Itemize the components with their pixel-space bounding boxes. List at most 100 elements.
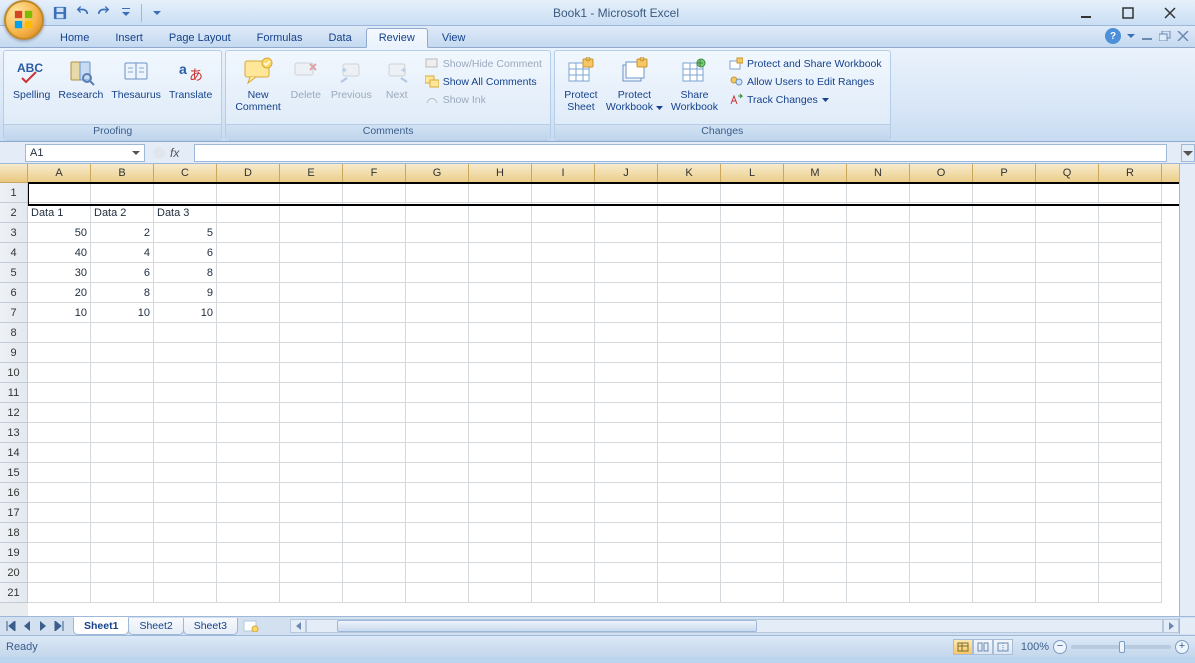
cell-C12[interactable]: [154, 403, 217, 423]
cell-I6[interactable]: [532, 283, 595, 303]
cell-E10[interactable]: [280, 363, 343, 383]
horizontal-scrollbar[interactable]: [290, 618, 1179, 634]
cell-B17[interactable]: [91, 503, 154, 523]
fx-icon[interactable]: fx: [170, 145, 188, 161]
cell-R12[interactable]: [1099, 403, 1162, 423]
cell-M12[interactable]: [784, 403, 847, 423]
previous-comment-button[interactable]: Previous: [327, 54, 376, 103]
cell-G7[interactable]: [406, 303, 469, 323]
cell-M3[interactable]: [784, 223, 847, 243]
cell-F17[interactable]: [343, 503, 406, 523]
cell-I12[interactable]: [532, 403, 595, 423]
qat-customize[interactable]: [116, 3, 136, 23]
cell-B14[interactable]: [91, 443, 154, 463]
cell-Q19[interactable]: [1036, 543, 1099, 563]
cell-H16[interactable]: [469, 483, 532, 503]
cell-M1[interactable]: [784, 183, 847, 203]
cell-O19[interactable]: [910, 543, 973, 563]
cell-B10[interactable]: [91, 363, 154, 383]
row-header-15[interactable]: 15: [0, 463, 28, 483]
cell-C6[interactable]: 9: [154, 283, 217, 303]
cell-J14[interactable]: [595, 443, 658, 463]
cell-E6[interactable]: [280, 283, 343, 303]
close-button[interactable]: [1149, 2, 1191, 24]
cell-R18[interactable]: [1099, 523, 1162, 543]
cell-J9[interactable]: [595, 343, 658, 363]
cell-C7[interactable]: 10: [154, 303, 217, 323]
cell-R13[interactable]: [1099, 423, 1162, 443]
col-header-B[interactable]: B: [91, 164, 154, 183]
row-header-17[interactable]: 17: [0, 503, 28, 523]
cell-O18[interactable]: [910, 523, 973, 543]
cell-O8[interactable]: [910, 323, 973, 343]
cell-Q6[interactable]: [1036, 283, 1099, 303]
cell-C3[interactable]: 5: [154, 223, 217, 243]
row-header-9[interactable]: 9: [0, 343, 28, 363]
cell-N18[interactable]: [847, 523, 910, 543]
name-box-dropdown[interactable]: [129, 146, 143, 160]
cell-J6[interactable]: [595, 283, 658, 303]
cell-R4[interactable]: [1099, 243, 1162, 263]
cell-J15[interactable]: [595, 463, 658, 483]
cell-J18[interactable]: [595, 523, 658, 543]
cell-F4[interactable]: [343, 243, 406, 263]
cell-M8[interactable]: [784, 323, 847, 343]
cell-K15[interactable]: [658, 463, 721, 483]
cell-F5[interactable]: [343, 263, 406, 283]
cell-I20[interactable]: [532, 563, 595, 583]
cell-H1[interactable]: [469, 183, 532, 203]
cell-H18[interactable]: [469, 523, 532, 543]
cell-Q14[interactable]: [1036, 443, 1099, 463]
show-hide-comment-button[interactable]: Show/Hide Comment: [422, 56, 545, 72]
cell-Q13[interactable]: [1036, 423, 1099, 443]
cell-K19[interactable]: [658, 543, 721, 563]
cell-O15[interactable]: [910, 463, 973, 483]
tab-nav-next[interactable]: [35, 618, 51, 634]
cell-D7[interactable]: [217, 303, 280, 323]
col-header-H[interactable]: H: [469, 164, 532, 183]
cell-K14[interactable]: [658, 443, 721, 463]
cell-I10[interactable]: [532, 363, 595, 383]
cell-O4[interactable]: [910, 243, 973, 263]
cell-F15[interactable]: [343, 463, 406, 483]
cell-O10[interactable]: [910, 363, 973, 383]
cell-R16[interactable]: [1099, 483, 1162, 503]
cell-G19[interactable]: [406, 543, 469, 563]
cell-P12[interactable]: [973, 403, 1036, 423]
cell-Q1[interactable]: [1036, 183, 1099, 203]
cell-F9[interactable]: [343, 343, 406, 363]
cell-B1[interactable]: [91, 183, 154, 203]
cell-I2[interactable]: [532, 203, 595, 223]
cell-K10[interactable]: [658, 363, 721, 383]
cell-N20[interactable]: [847, 563, 910, 583]
cell-Q7[interactable]: [1036, 303, 1099, 323]
cell-Q9[interactable]: [1036, 343, 1099, 363]
zoom-value[interactable]: 100%: [1021, 641, 1049, 653]
cell-A14[interactable]: [28, 443, 91, 463]
col-header-K[interactable]: K: [658, 164, 721, 183]
cell-H20[interactable]: [469, 563, 532, 583]
cell-M6[interactable]: [784, 283, 847, 303]
cell-F20[interactable]: [343, 563, 406, 583]
cell-A18[interactable]: [28, 523, 91, 543]
cell-G14[interactable]: [406, 443, 469, 463]
cell-E13[interactable]: [280, 423, 343, 443]
office-button[interactable]: [4, 0, 44, 40]
cell-E4[interactable]: [280, 243, 343, 263]
cell-E21[interactable]: [280, 583, 343, 603]
col-header-C[interactable]: C: [154, 164, 217, 183]
maximize-button[interactable]: [1107, 2, 1149, 24]
cell-E19[interactable]: [280, 543, 343, 563]
cell-M16[interactable]: [784, 483, 847, 503]
cell-P17[interactable]: [973, 503, 1036, 523]
cell-P18[interactable]: [973, 523, 1036, 543]
cell-A12[interactable]: [28, 403, 91, 423]
protect-workbook-button[interactable]: ProtectWorkbook: [602, 54, 667, 115]
cell-M9[interactable]: [784, 343, 847, 363]
row-header-10[interactable]: 10: [0, 363, 28, 383]
cell-K21[interactable]: [658, 583, 721, 603]
spelling-button[interactable]: ABC Spelling: [9, 54, 54, 103]
cell-K9[interactable]: [658, 343, 721, 363]
cell-L15[interactable]: [721, 463, 784, 483]
cell-C17[interactable]: [154, 503, 217, 523]
